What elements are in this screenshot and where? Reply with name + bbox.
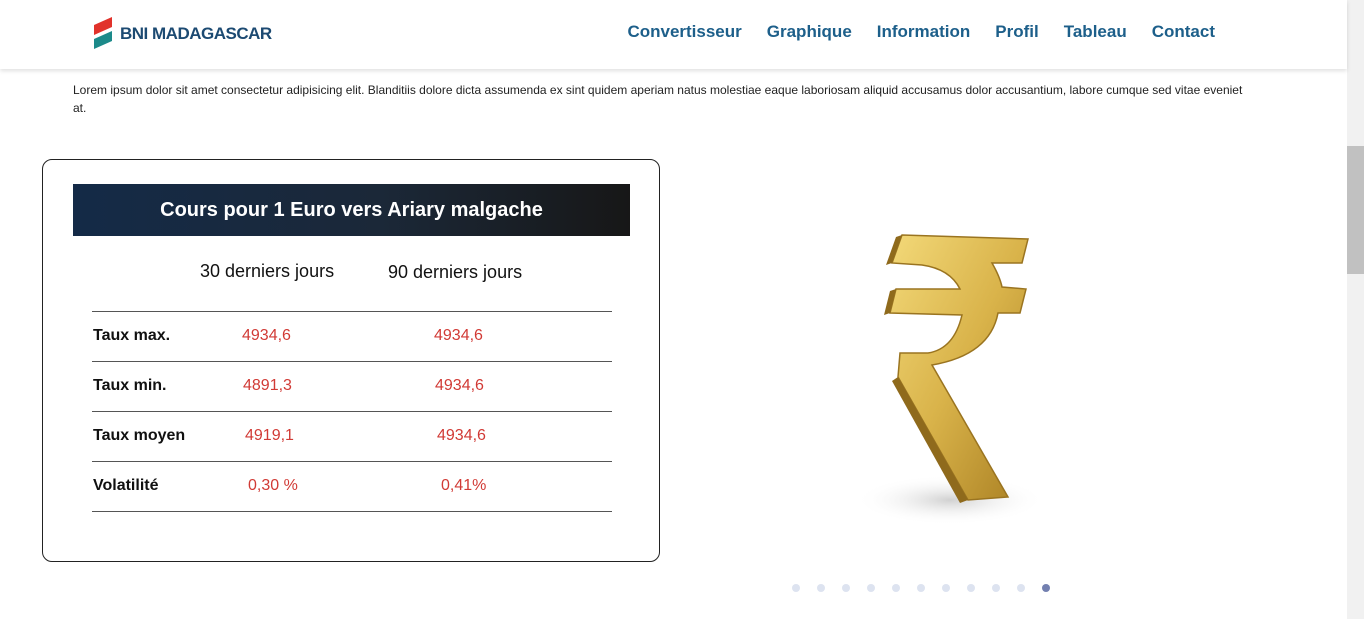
brand-name: BNI MADAGASCAR xyxy=(120,24,272,43)
rate-label: Taux max. xyxy=(93,327,171,344)
rate-label: Volatilité xyxy=(93,477,159,494)
rate-value-30: 0,30 % xyxy=(248,477,298,494)
carousel-dot[interactable] xyxy=(942,584,950,592)
intro-text: Lorem ipsum dolor sit amet consectetur a… xyxy=(73,83,1243,115)
column-header-90-days: 90 derniers jours xyxy=(388,262,523,282)
bni-logo-icon xyxy=(94,17,112,49)
rate-row-max: Taux max. 4934,6 4934,6 xyxy=(92,311,612,361)
column-header-30-days: 30 derniers jours xyxy=(200,261,335,281)
nav-link-contact[interactable]: Contact xyxy=(1152,22,1215,42)
rate-value-30: 4891,3 xyxy=(243,377,292,394)
carousel-dot[interactable] xyxy=(992,584,1000,592)
carousel-dot[interactable] xyxy=(1017,584,1025,592)
carousel-dot[interactable] xyxy=(892,584,900,592)
rate-row-average: Taux moyen 4919,1 4934,6 xyxy=(92,411,612,461)
carousel-dot-active[interactable] xyxy=(1042,584,1050,592)
carousel-dot[interactable] xyxy=(842,584,850,592)
carousel-indicators xyxy=(792,584,1067,592)
nav-link-convertisseur[interactable]: Convertisseur xyxy=(627,22,741,42)
scrollbar-thumb[interactable] xyxy=(1347,146,1364,274)
nav-link-profil[interactable]: Profil xyxy=(995,22,1038,42)
nav-link-graphique[interactable]: Graphique xyxy=(767,22,852,42)
rupee-gold-icon xyxy=(855,234,1045,525)
navbar: BNI MADAGASCAR Convertisseur Graphique I… xyxy=(0,0,1347,69)
carousel-dot[interactable] xyxy=(867,584,875,592)
rate-row-volatility: Volatilité 0,30 % 0,41% xyxy=(92,461,612,512)
carousel-dot[interactable] xyxy=(792,584,800,592)
rate-value-90: 4934,6 xyxy=(434,327,483,344)
rate-value-30: 4934,6 xyxy=(242,327,291,344)
rate-row-min: Taux min. 4891,3 4934,6 xyxy=(92,361,612,411)
rates-table: Taux max. 4934,6 4934,6 Taux min. 4891,3… xyxy=(92,311,612,512)
rate-label: Taux min. xyxy=(93,377,167,394)
brand-logo-link[interactable]: BNI MADAGASCAR xyxy=(92,17,272,51)
rate-value-90: 4934,6 xyxy=(437,427,486,444)
carousel-dot[interactable] xyxy=(917,584,925,592)
nav-menu: Convertisseur Graphique Information Prof… xyxy=(602,22,1215,42)
nav-link-information[interactable]: Information xyxy=(877,22,971,42)
rate-value-30: 4919,1 xyxy=(245,427,294,444)
carousel-dot[interactable] xyxy=(817,584,825,592)
rate-value-90: 4934,6 xyxy=(435,377,484,394)
carousel-dot[interactable] xyxy=(967,584,975,592)
page: BNI MADAGASCAR Convertisseur Graphique I… xyxy=(0,0,1364,619)
rate-label: Taux moyen xyxy=(93,427,186,444)
rates-card-title: Cours pour 1 Euro vers Ariary malgache xyxy=(73,184,630,236)
scrollbar-track[interactable] xyxy=(1347,0,1364,619)
rate-value-90: 0,41% xyxy=(441,477,487,494)
nav-link-tableau[interactable]: Tableau xyxy=(1064,22,1127,42)
rates-card: Cours pour 1 Euro vers Ariary malgache 3… xyxy=(42,159,660,562)
